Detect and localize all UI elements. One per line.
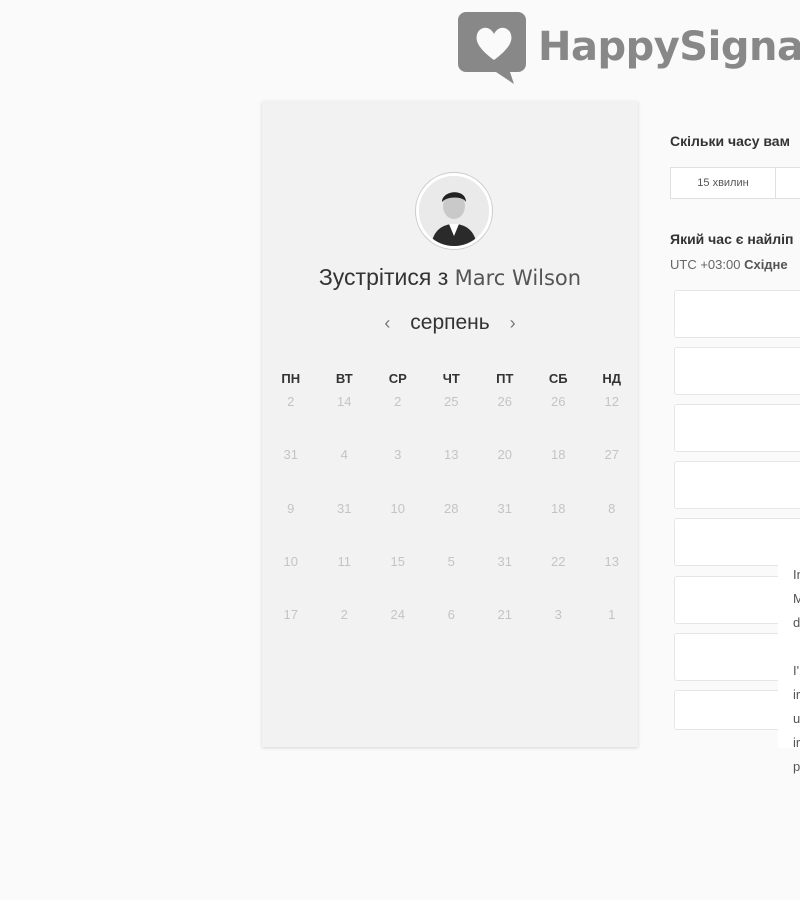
calendar-day: 21 [497,607,512,623]
popup-line: ir [793,687,800,702]
weekday-label: НД [602,371,622,386]
calendar-day: 13 [444,447,459,463]
calendar-day: 11 [337,553,352,569]
popup-line: In [793,567,800,582]
calendar-day: 15 [390,553,405,569]
calendar-day: 27 [604,447,619,463]
weekday-header: ПН ВТ СР ЧТ ПТ СБ НД [264,371,640,386]
calendar-day: 3 [554,607,562,623]
calendar-day: 4 [340,447,348,463]
time-slot[interactable] [674,347,800,395]
calendar-day: 2 [287,394,295,409]
calendar-day: 9 [287,500,295,516]
calendar-day: 1 [608,607,616,623]
calendar-day: 22 [551,553,566,569]
time-slot[interactable] [674,461,800,509]
duration-options: 15 хвилин [670,167,800,199]
heart-chat-icon [458,12,526,84]
timezone-name: Східне [744,257,788,272]
calendar-grid: 2 14 2 25 26 26 12 31 4 3 13 20 18 27 9 … [264,394,640,660]
popup-line: I' [793,663,800,678]
calendar-day: 26 [497,394,512,409]
popup-line [793,635,800,659]
weekday-label: СР [388,371,407,386]
calendar-day: 10 [390,500,405,516]
calendar-day: 10 [283,553,298,569]
popup-text: In M d I' ir u ir p [793,563,800,779]
calendar-day: 17 [283,607,298,623]
calendar-day: 31 [337,500,352,516]
calendar-day: 18 [551,500,566,516]
timezone-offset: UTC +03:00 [670,257,741,272]
calendar-day: 12 [604,394,619,409]
calendar-day: 25 [444,394,459,409]
calendar-day: 18 [551,447,566,463]
weekday-label: ВТ [335,371,353,386]
popup-line: M [793,591,800,606]
duration-question: Скільки часу вам [670,133,790,149]
meeting-title: Зустрітися з Marc Wilson [262,264,638,291]
time-slot[interactable] [674,404,800,452]
person-photo-icon [419,176,489,246]
duration-option-15[interactable]: 15 хвилин [671,168,776,198]
popup-line: d [793,615,800,630]
time-slot[interactable] [674,290,800,338]
time-question: Який час є найліп [670,231,794,247]
chevron-left-icon[interactable]: ‹ [370,313,404,333]
calendar-day: 14 [337,394,352,409]
chevron-right-icon[interactable]: › [496,313,530,333]
calendar-day: 26 [551,394,566,409]
timezone-label[interactable]: UTC +03:00 Східне [670,257,788,272]
month-label: серпень [410,311,490,334]
calendar-day: 2 [340,607,348,623]
duration-option-2[interactable] [776,168,800,198]
month-navigation: ‹ серпень › [262,311,638,335]
popup-line: p [793,759,800,774]
calendar-day: 3 [394,447,402,463]
weekday-label: ПТ [496,371,514,386]
weekday-label: ЧТ [442,371,460,386]
calendar-day: 6 [447,607,455,623]
calendar-day: 31 [497,500,512,516]
scheduler-card: Зустрітися з Marc Wilson ‹ серпень › ПН … [262,101,638,747]
calendar-day: 5 [447,553,455,569]
calendar-day: 24 [390,607,405,623]
avatar [416,173,492,249]
popup-line: u [793,711,800,726]
calendar-day: 28 [444,500,459,516]
weekday-label: ПН [281,371,301,386]
calendar-day: 31 [283,447,298,463]
weekday-label: СБ [548,371,568,386]
calendar-day: 20 [497,447,512,463]
host-name: Marc Wilson [454,266,582,290]
calendar-day: 13 [604,553,619,569]
title-prefix: Зустрітися з [318,264,449,290]
calendar-day: 31 [497,553,512,569]
popup-line: ir [793,735,800,750]
calendar-day: 8 [608,500,616,516]
calendar-day: 2 [394,394,402,409]
